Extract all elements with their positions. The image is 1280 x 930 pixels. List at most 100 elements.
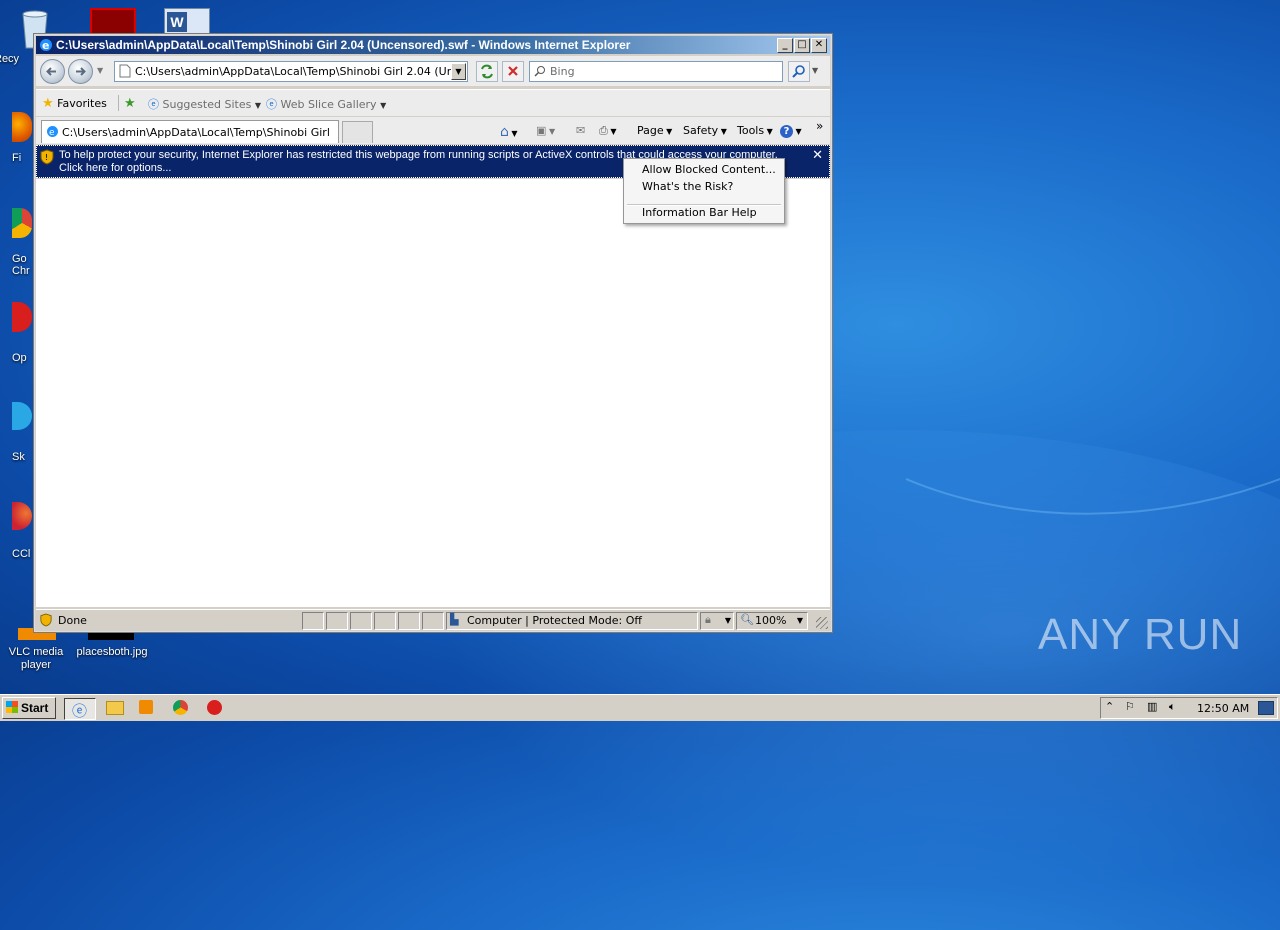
read-mail-button[interactable]: ✉ — [576, 124, 585, 137]
chevron-down-icon: ▼ — [508, 129, 518, 138]
print-button[interactable]: ⎙ ▼ — [599, 124, 617, 138]
menu-item-information-bar-help[interactable]: Information Bar Help — [642, 206, 757, 219]
address-bar[interactable]: C:\Users\admin\AppData\Local\Temp\Shinob… — [114, 61, 468, 82]
window-title: C:\Users\admin\AppData\Local\Temp\Shinob… — [56, 38, 631, 52]
ie-page-icon: ⓔ — [148, 98, 159, 111]
page-content[interactable] — [36, 179, 830, 607]
zoom-icon: 🔍︎ — [740, 613, 754, 626]
tools-menu[interactable]: Tools ▼ — [737, 124, 773, 137]
ie-page-icon: ⓔ — [266, 98, 277, 111]
favorites-bar: ★ Favorites ★ ⓔ Suggested Sites ▼ ⓔ Web … — [36, 89, 830, 116]
status-panel — [422, 612, 444, 630]
add-to-favorites-bar-button[interactable]: ★ — [124, 96, 136, 111]
desktop-icon-placesboth[interactable]: placesboth.jpg — [70, 628, 154, 664]
recent-pages-dropdown[interactable]: ▼ — [97, 66, 103, 75]
media-player-icon — [139, 700, 153, 714]
title-bar[interactable]: e C:\Users\admin\AppData\Local\Temp\Shin… — [36, 36, 830, 54]
help-button[interactable]: ? ▼ — [780, 124, 802, 138]
information-bar-context-menu: Allow Blocked Content... What's the Risk… — [623, 158, 785, 224]
ie-icon: ⓔ — [72, 702, 88, 720]
taskbar-explorer-button[interactable] — [104, 698, 126, 718]
lock-icon: 🔒︎ — [705, 613, 711, 626]
opera-icon — [12, 302, 32, 332]
address-text: C:\Users\admin\AppData\Local\Temp\Shinob… — [135, 65, 453, 78]
safety-menu[interactable]: Safety ▼ — [683, 124, 727, 137]
status-shield-icon — [40, 613, 52, 627]
skype-icon — [12, 402, 32, 430]
network-icon[interactable]: ▥ — [1147, 700, 1157, 713]
start-label: Start — [21, 701, 49, 715]
stop-button[interactable] — [502, 61, 524, 82]
zone-panel[interactable]: ▙ Computer | Protected Mode: Off — [446, 612, 698, 630]
rss-feed-icon: ▣ — [536, 124, 547, 137]
status-panel — [350, 612, 372, 630]
chevron-down-icon: ▼ — [718, 127, 727, 136]
clock[interactable]: 12:50 AM — [1197, 702, 1249, 715]
toolbar-overflow-chevron[interactable]: » — [816, 119, 823, 133]
chrome-icon — [12, 208, 32, 238]
protected-mode-panel[interactable]: 🔒︎ ▼ — [700, 612, 734, 630]
home-button[interactable]: ⌂ ▼ — [500, 124, 518, 140]
desktop-icon-firefox[interactable]: Fi — [12, 112, 34, 170]
suggested-sites-link[interactable]: ⓔ Suggested Sites ▼ — [148, 96, 261, 112]
tab-active[interactable]: e C:\Users\admin\AppData\Local\Temp\Shin… — [41, 120, 339, 143]
desktop-icon-chrome[interactable]: Go Chr — [12, 208, 34, 280]
minimize-button[interactable]: _ — [777, 38, 793, 53]
refresh-button[interactable] — [476, 61, 498, 82]
back-button[interactable] — [40, 59, 65, 84]
search-button[interactable] — [788, 61, 810, 82]
volume-icon[interactable]: 🔈︎ — [1169, 700, 1176, 714]
status-bar: Done ▙ Computer | Protected Mode: Off 🔒︎… — [36, 609, 830, 630]
tab-row: e C:\Users\admin\AppData\Local\Temp\Shin… — [36, 117, 830, 144]
search-icon — [534, 66, 545, 77]
taskbar-chrome-button[interactable] — [171, 698, 193, 718]
tab-title: C:\Users\admin\AppData\Local\Temp\Shinob… — [62, 126, 334, 139]
show-hidden-icons-button[interactable]: ⌃ — [1105, 700, 1114, 713]
suggested-sites-label: Suggested Sites — [162, 98, 252, 111]
chevron-down-icon: ▼ — [380, 101, 387, 110]
page-menu[interactable]: Page ▼ — [637, 124, 672, 137]
search-go-icon — [792, 65, 805, 78]
desktop-icon-vlc[interactable]: VLC media player — [4, 628, 68, 674]
opera-icon — [207, 700, 222, 715]
chevron-down-icon: ▼ — [764, 127, 773, 136]
safety-menu-label: Safety — [683, 124, 719, 137]
menu-item-whats-the-risk[interactable]: What's the Risk? — [642, 180, 733, 193]
ccleaner-icon — [12, 502, 32, 530]
refresh-icon — [481, 64, 493, 79]
new-tab-button[interactable] — [342, 121, 373, 143]
information-bar-close-icon[interactable]: ✕ — [812, 148, 823, 163]
taskbar-opera-button[interactable] — [205, 698, 227, 718]
firefox-icon — [12, 112, 32, 142]
search-placeholder: Bing — [550, 65, 575, 78]
star-icon: ★ — [42, 96, 54, 111]
resize-grip[interactable] — [816, 617, 828, 629]
chevron-down-icon: ▼ — [254, 101, 261, 110]
zoom-panel[interactable]: 🔍︎ 100% ▼ — [736, 612, 808, 630]
menu-item-allow-blocked-content[interactable]: Allow Blocked Content... — [642, 163, 776, 176]
address-dropdown[interactable]: ▼ — [451, 63, 466, 80]
desktop-icon-skype[interactable]: Sk — [12, 402, 34, 464]
search-box[interactable]: Bing — [529, 61, 783, 82]
web-slice-gallery-link[interactable]: ⓔ Web Slice Gallery ▼ — [266, 96, 386, 112]
favorites-button[interactable]: ★ Favorites — [42, 96, 107, 111]
close-button[interactable]: ✕ — [811, 38, 827, 53]
start-button[interactable]: Start — [2, 697, 56, 719]
taskbar-ie-button[interactable]: ⓔ — [64, 698, 96, 720]
taskbar: Start ⓔ ⌃ ⚐ ▥ 🔈︎ 12:50 AM — [0, 694, 1280, 721]
desktop-icon-label: Op — [12, 352, 27, 364]
search-options-dropdown[interactable]: ▼ — [812, 66, 818, 75]
maximize-button[interactable]: □ — [794, 38, 810, 53]
desktop-icon-label: Sk — [12, 451, 25, 463]
taskbar-media-player-button[interactable] — [137, 698, 159, 718]
system-tray: ⌃ ⚐ ▥ 🔈︎ 12:50 AM — [1100, 697, 1278, 719]
forward-button[interactable] — [68, 59, 93, 84]
desktop-icon-opera[interactable]: Op — [12, 302, 34, 364]
ie-tab-icon: e — [47, 126, 58, 138]
anyrun-watermark: ANY RUN — [1038, 610, 1243, 659]
status-panel — [398, 612, 420, 630]
zone-text: Computer | Protected Mode: Off — [467, 614, 642, 627]
show-desktop-button[interactable] — [1258, 701, 1274, 715]
action-center-flag-icon[interactable]: ⚐ — [1125, 700, 1135, 713]
feeds-button[interactable]: ▣ ▼ — [536, 124, 555, 137]
